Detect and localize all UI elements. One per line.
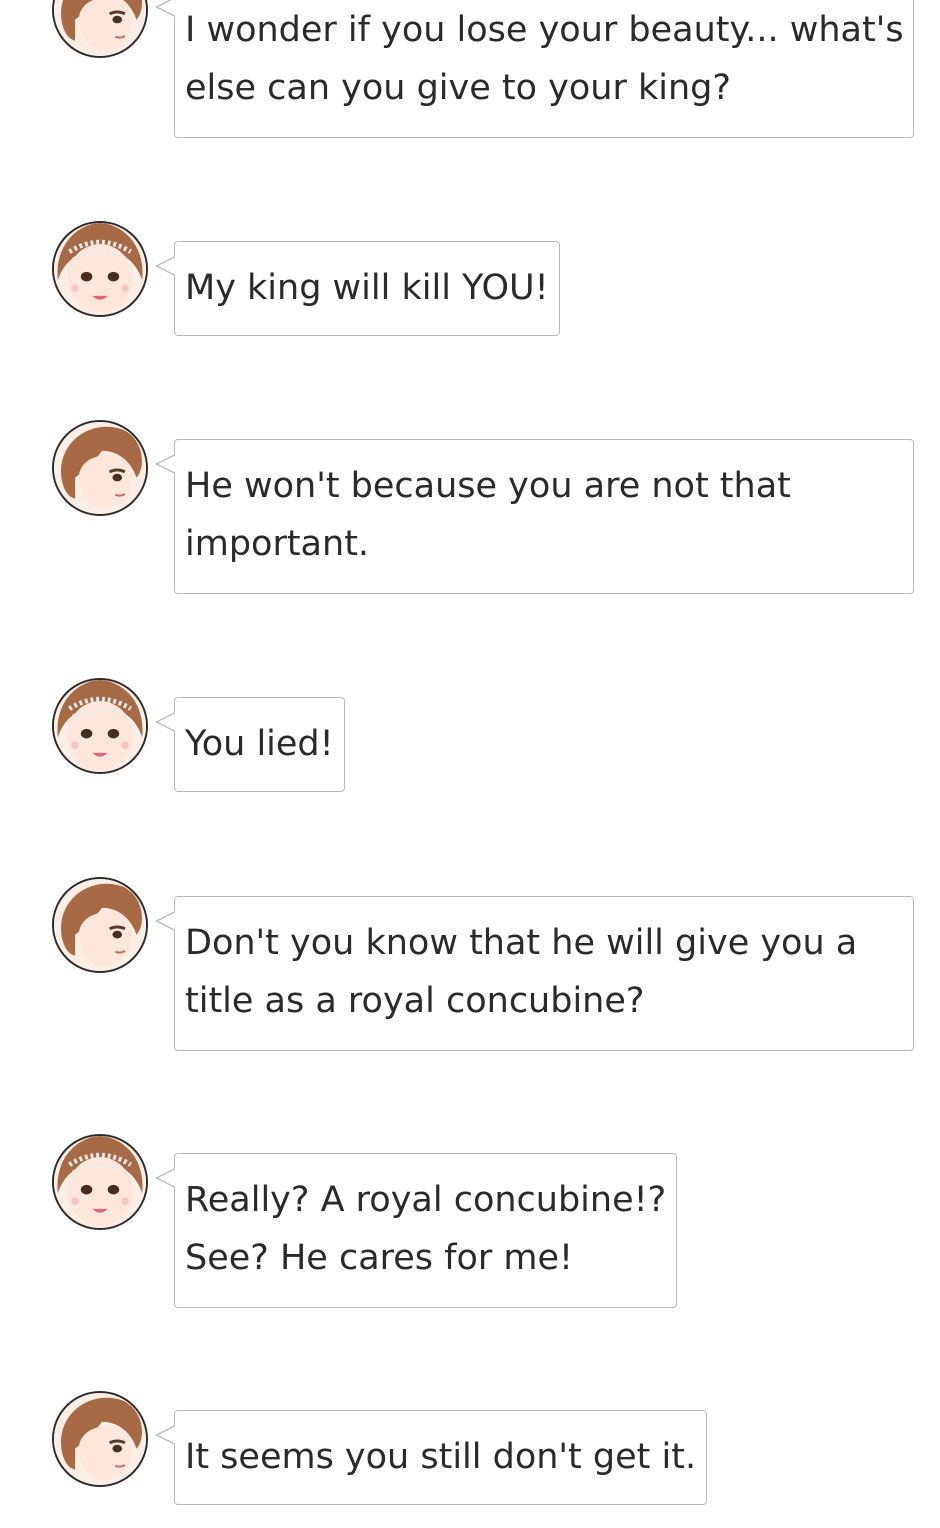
- message-line: My king will kill YOU!: [185, 268, 549, 308]
- pearl-tiara-woman-avatar-icon: [52, 678, 148, 774]
- speech-bubble: My king will kill YOU!: [155, 241, 560, 336]
- message-line: I wonder if you lose your beauty... what…: [185, 10, 904, 50]
- speech-bubble: I wonder if you lose your beauty... what…: [155, 0, 914, 138]
- speech-bubble: He won't because you are not that import…: [155, 439, 914, 594]
- pearl-tiara-woman-avatar-icon: [52, 1134, 148, 1230]
- message-line: title as a royal concubine?: [185, 981, 645, 1021]
- speech-bubble: Really? A royal concubine!? See? He care…: [154, 1153, 678, 1308]
- message-line: You lied!: [185, 724, 334, 764]
- message-line: He won't because you are not that: [185, 466, 791, 506]
- rival-woman-avatar-icon: [52, 420, 148, 516]
- message-line: Really? A royal concubine!?: [185, 1180, 667, 1220]
- speech-bubble: Don't you know that he will give you a t…: [155, 896, 914, 1051]
- message-line: Don't you know that he will give you a: [185, 923, 858, 963]
- speech-bubble: You lied!: [155, 697, 345, 792]
- message-line: important.: [185, 524, 370, 564]
- rival-woman-avatar-icon: [52, 877, 148, 973]
- message-line: It seems you still don't get it.: [185, 1437, 697, 1477]
- speech-bubble: It seems you still don't get it.: [154, 1410, 708, 1505]
- rival-woman-avatar-icon: [52, 0, 148, 58]
- message-line: See? He cares for me!: [185, 1238, 574, 1278]
- pearl-tiara-woman-avatar-icon: [52, 221, 148, 317]
- message-line: else can you give to your king?: [185, 68, 731, 108]
- rival-woman-avatar-icon: [52, 1391, 148, 1487]
